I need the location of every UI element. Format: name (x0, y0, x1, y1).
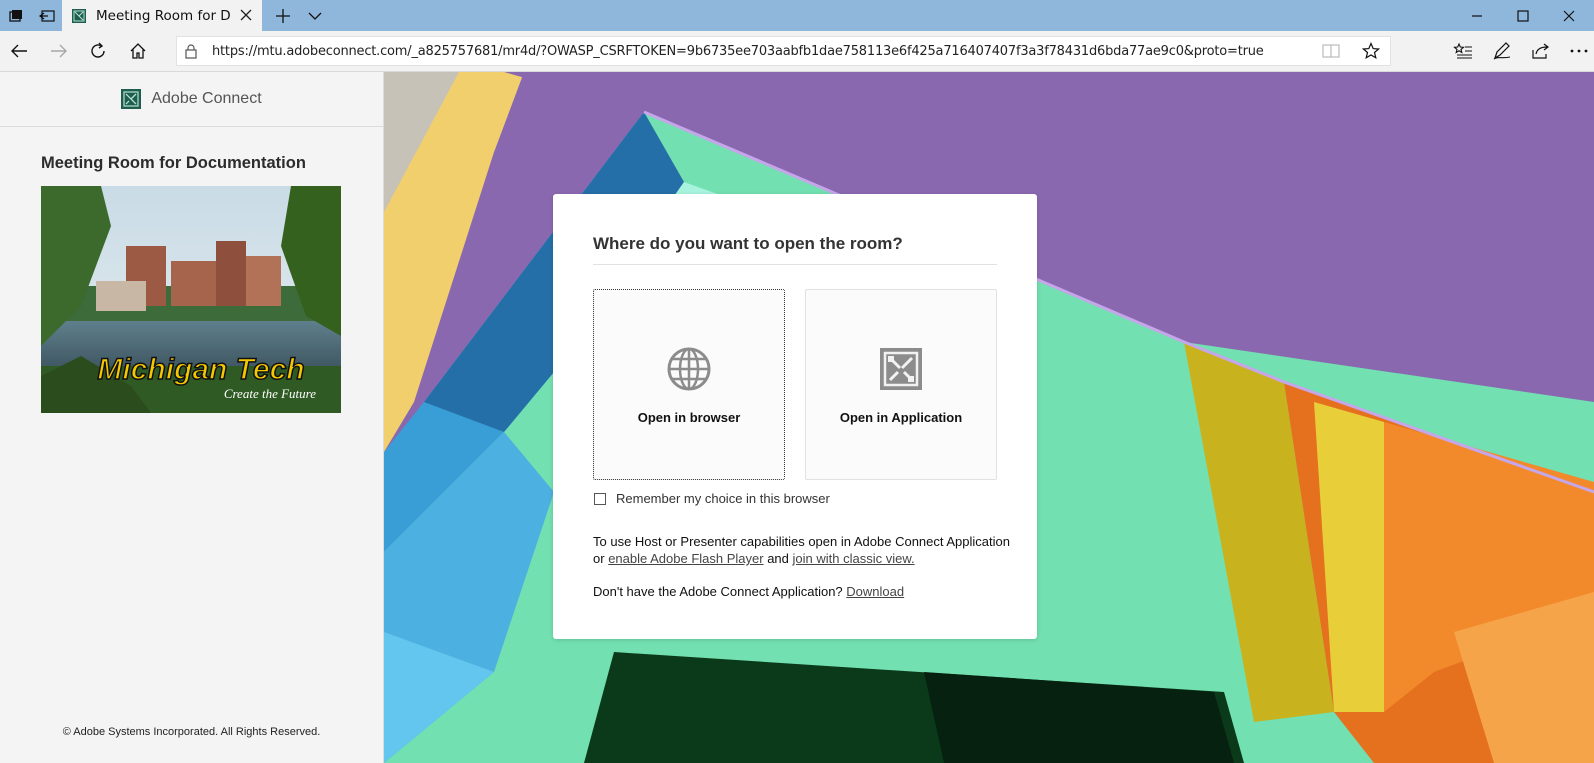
open-in-application-button[interactable]: Open in Application (805, 289, 997, 480)
new-tab-icon[interactable] (268, 0, 298, 31)
brand-header: Adobe Connect (0, 72, 383, 127)
tab-list-icon[interactable] (300, 0, 330, 31)
main-area: Where do you want to open the room? Open… (384, 72, 1594, 763)
remember-choice-row: Remember my choice in this browser (594, 491, 830, 506)
minimize-icon[interactable] (1454, 0, 1500, 31)
banner-tagline-text: Create the Future (224, 386, 316, 401)
brand-name: Adobe Connect (151, 90, 262, 107)
url-text[interactable]: https://mtu.adobeconnect.com/_a825757681… (212, 44, 1264, 59)
tab-title: Meeting Room for Documentation (96, 7, 231, 24)
forward-icon[interactable] (43, 35, 75, 67)
close-tab-icon[interactable] (238, 7, 254, 23)
open-room-dialog: Where do you want to open the room? Open… (553, 194, 1037, 639)
maximize-icon[interactable] (1500, 0, 1546, 31)
home-icon[interactable] (122, 35, 154, 67)
room-info-panel: Adobe Connect Meeting Room for Documenta… (0, 72, 384, 763)
reading-view-icon[interactable] (1322, 43, 1340, 59)
navigation-bar: https://mtu.adobeconnect.com/_a825757681… (0, 31, 1594, 72)
close-window-icon[interactable] (1546, 0, 1592, 31)
lock-icon[interactable] (185, 44, 197, 59)
pen-icon[interactable] (1486, 35, 1518, 67)
open-in-browser-button[interactable]: Open in browser (593, 289, 785, 480)
favorites-list-icon[interactable] (1447, 35, 1479, 67)
tab-actions-icon[interactable] (0, 0, 31, 31)
more-icon[interactable] (1563, 35, 1594, 67)
adobe-connect-app-icon (880, 348, 922, 390)
enable-flash-link[interactable]: enable Adobe Flash Player (608, 551, 763, 566)
copyright-text: © Adobe Systems Incorporated. All Rights… (62, 726, 321, 738)
back-icon[interactable] (3, 35, 35, 67)
globe-icon (667, 347, 711, 391)
open-in-browser-label: Open in browser (637, 410, 741, 425)
address-bar[interactable]: https://mtu.adobeconnect.com/_a825757681… (176, 36, 1391, 66)
favorite-star-icon[interactable] (1362, 42, 1380, 60)
host-info-and: and (767, 551, 789, 566)
refresh-icon[interactable] (82, 35, 114, 67)
room-title: Meeting Room for Documentation (41, 154, 306, 172)
download-text: Don't have the Adobe Connect Application… (593, 584, 904, 599)
download-link[interactable]: Download (846, 584, 904, 599)
adobe-connect-favicon-icon (72, 8, 86, 23)
banner-title-text: Michigan Tech (97, 353, 304, 386)
set-aside-tabs-icon[interactable] (31, 0, 62, 31)
adobe-connect-logo-icon (121, 89, 142, 109)
download-prefix: Don't have the Adobe Connect Application… (593, 584, 843, 599)
remember-choice-checkbox[interactable] (594, 492, 606, 505)
host-info-text: To use Host or Presenter capabilities op… (593, 533, 1013, 567)
dialog-title: Where do you want to open the room? (593, 234, 903, 253)
remember-choice-label[interactable]: Remember my choice in this browser (616, 491, 830, 506)
tab-meeting-room[interactable]: Meeting Room for Documentation (62, 0, 262, 31)
classic-view-link[interactable]: join with classic view. (793, 551, 915, 566)
open-in-application-label: Open in Application (839, 410, 963, 425)
title-bar: Meeting Room for Documentation (0, 0, 1594, 31)
dialog-divider (593, 264, 997, 265)
share-icon[interactable] (1525, 35, 1557, 67)
room-banner-image: Michigan Tech Create the Future (41, 186, 341, 413)
